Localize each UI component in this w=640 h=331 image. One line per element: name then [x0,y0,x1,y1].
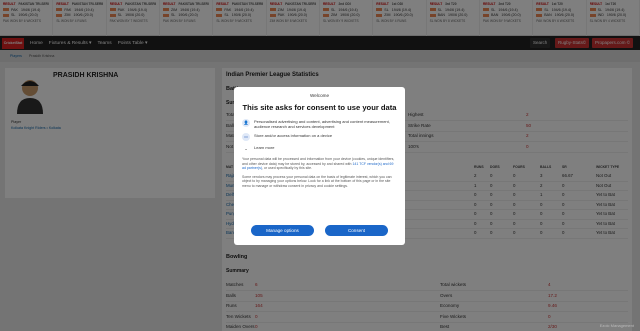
consent-welcome: Welcome [309,93,330,98]
person-icon: 👤 [242,119,250,127]
manage-options-button[interactable]: Manage options [251,225,314,236]
consent-purpose-ads: 👤 Personalised advertising and content, … [242,119,390,129]
consent-title: This site asks for consent to use your d… [242,103,397,112]
consent-paragraph-1: Your personal data will be processed and… [242,157,395,171]
consent-dialog: Welcome This site asks for consent to us… [234,87,405,245]
consent-paragraph-2: Some vendors may process your personal d… [242,174,392,188]
consent-button[interactable]: Consent [325,225,388,236]
device-icon: ▭ [242,133,250,141]
learn-more-toggle[interactable]: ⌄ Learn more [242,145,397,153]
ad-logo: Ezoic Management [599,323,634,328]
chevron-down-icon: ⌄ [244,146,248,151]
consent-purpose-storage: ▭ Store and/or access information on a d… [242,133,397,141]
